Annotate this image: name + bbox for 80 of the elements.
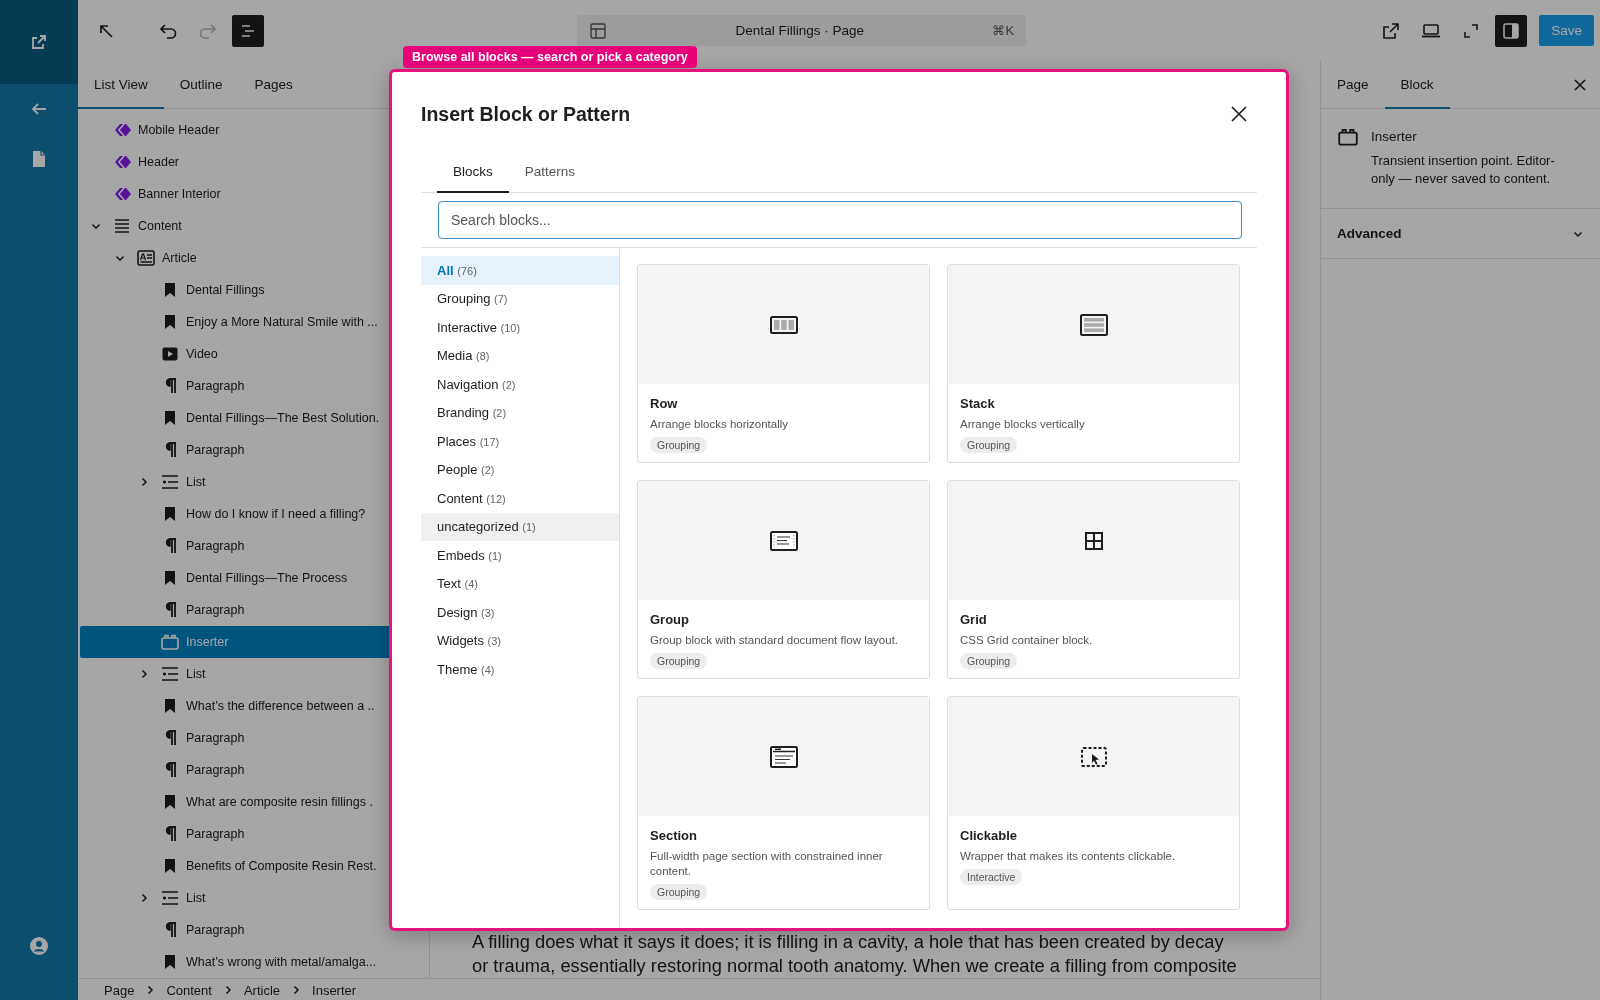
tree-item[interactable]: Banner Interior <box>80 178 429 210</box>
tree-item[interactable]: Content <box>80 210 429 242</box>
panel-tab[interactable]: List View <box>78 61 164 109</box>
block-title: Stack <box>960 395 996 413</box>
tray-icon <box>1337 126 1359 148</box>
breadcrumb-link[interactable]: Article <box>243 982 281 998</box>
article-icon <box>136 248 156 268</box>
command-bar[interactable]: Dental Fillings · Page ⌘K <box>577 15 1027 46</box>
breadcrumb-link[interactable]: Inserter <box>312 982 357 998</box>
category-tag: Grouping <box>650 653 708 669</box>
block-description: Wrapper that makes its contents clickable. <box>960 849 1177 864</box>
tree-item[interactable]: Paragraph <box>80 818 429 850</box>
back-arrow-icon[interactable] <box>30 101 48 117</box>
block-card[interactable]: Group Group block with standard document flow layout. Grouping <box>637 480 930 679</box>
external-link-icon[interactable] <box>31 34 47 50</box>
category-tag: Grouping <box>650 884 708 900</box>
block-description: Transient insertion point. Editor-only — never saved to content. <box>1371 152 1556 188</box>
block-card[interactable]: Stack Arrange blocks vertically Grouping <box>947 264 1240 463</box>
panel-tab[interactable]: Pages <box>238 61 309 109</box>
rows-icon <box>1079 313 1108 336</box>
inspector-tab[interactable]: Block <box>1384 61 1450 109</box>
callout-label: Browse all blocks — search or pick a category <box>403 46 697 68</box>
cursor-icon <box>1079 745 1108 768</box>
tree-item[interactable]: What’s wrong with metal/amalga... <box>80 946 429 978</box>
category-tag: Grouping <box>960 653 1018 669</box>
category-tag: Grouping <box>650 437 708 453</box>
document-title: Dental Fillings · Page <box>734 23 865 38</box>
columns-icon <box>769 313 798 336</box>
list-view-button[interactable] <box>232 14 264 47</box>
breadcrumb-link[interactable]: Content <box>166 982 212 998</box>
dialog-tab[interactable]: Blocks <box>437 151 509 193</box>
body-paragraph: A filling does what it says it does; it is filling in a cavity, a hole that has been created by decay or trauma, essentially restoring normal tooth anatomy. When we create a filling from composite <box>472 930 1238 978</box>
category-item[interactable]: All (76) <box>421 256 619 285</box>
block-description: Arrange blocks horizontally <box>650 417 790 432</box>
category-item[interactable]: uncategorized (1) <box>421 512 619 541</box>
sidebar-icon <box>1502 21 1521 40</box>
list-icon <box>160 472 180 492</box>
block-card[interactable]: Row Arrange blocks horizontally Grouping <box>637 264 930 463</box>
block-description: Group block with standard document flow layout. <box>650 633 900 648</box>
tree-item[interactable]: Benefits of Composite Resin Rest. <box>80 850 429 882</box>
group-icon <box>769 529 798 552</box>
block-card[interactable]: Section Full-width page section with constrained inner content. Grouping <box>637 696 930 910</box>
block-name: Inserter <box>1371 129 1418 144</box>
block-title: Section <box>650 827 698 845</box>
block-title: Clickable <box>960 827 1019 845</box>
inspector-tab[interactable]: Page <box>1321 61 1385 109</box>
dialog-title: Insert Block or Pattern <box>421 102 631 126</box>
panel-section[interactable]: Advanced <box>1321 209 1600 259</box>
tree-item[interactable]: Paragraph <box>80 754 429 786</box>
block-title: Grid <box>960 611 988 629</box>
tree-item[interactable]: Paragraph <box>80 722 429 754</box>
document-icon[interactable] <box>32 150 46 168</box>
tree-item[interactable]: Paragraph <box>80 914 429 946</box>
block-description: Arrange blocks vertically <box>960 417 1086 432</box>
category-tag: Grouping <box>960 437 1018 453</box>
block-description: CSS Grid container block. <box>960 633 1094 648</box>
section-title: Advanced <box>1337 226 1402 241</box>
panel-tab[interactable]: Outline <box>163 61 239 109</box>
align-icon <box>112 216 132 236</box>
shortcut-hint: ⌘K <box>992 23 1015 38</box>
sidebar-toggle-button[interactable] <box>1495 14 1528 47</box>
dialog-tab[interactable]: Patterns <box>508 151 592 193</box>
tree-item[interactable]: What’s the difference between a .. <box>80 690 429 722</box>
block-description: Full-width page section with constrained inner content. <box>650 849 884 879</box>
user-avatar-icon[interactable] <box>30 937 48 955</box>
tree-item[interactable]: Header <box>80 146 429 178</box>
block-card[interactable]: Grid CSS Grid container block. Grouping <box>947 480 1240 679</box>
layout-icon <box>589 21 608 40</box>
block-title: Row <box>650 395 679 413</box>
section-icon <box>769 745 798 768</box>
category-tag: Interactive <box>960 869 1023 885</box>
breadcrumb-link[interactable]: Page <box>104 982 135 998</box>
block-title: Group <box>650 611 690 629</box>
list-icon <box>160 664 180 684</box>
block-card[interactable]: Clickable Wrapper that makes its contents clickable. Interactive <box>947 696 1240 910</box>
tray-icon <box>160 632 180 652</box>
search-field[interactable]: Search blocks... <box>438 201 1242 239</box>
tree-item[interactable]: List <box>80 882 429 914</box>
list-icon <box>160 888 180 908</box>
tree-item[interactable]: What are composite resin fillings . <box>80 786 429 818</box>
